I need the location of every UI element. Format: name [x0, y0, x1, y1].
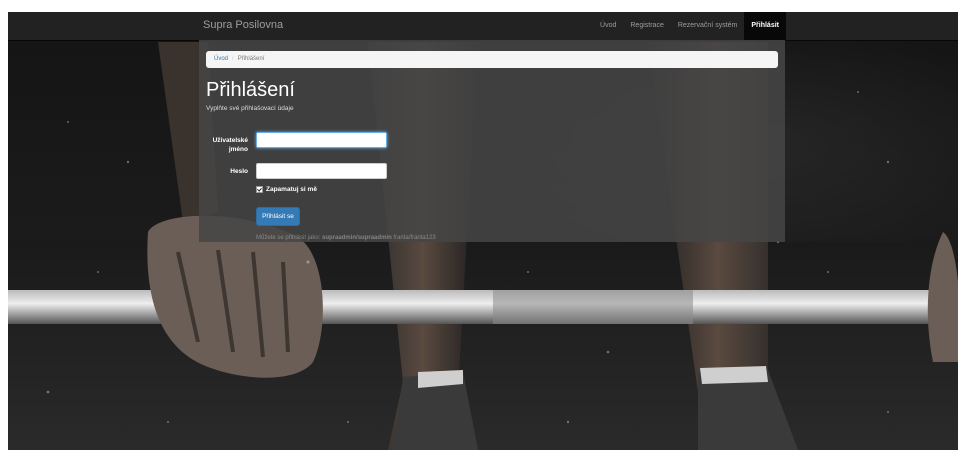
breadcrumb: Úvod / Přihlášení [206, 51, 778, 68]
top-navbar: Supra Posilovna Úvod Registrace Rezervač… [8, 12, 958, 41]
nav-item-uvod[interactable]: Úvod [593, 12, 623, 40]
page-title: Přihlášení [206, 79, 295, 101]
login-hint: Můžete se přihlásit jako: supraadmin/sup… [256, 235, 436, 241]
nav-item-registrace[interactable]: Registrace [623, 12, 670, 40]
breadcrumb-home-link[interactable]: Úvod [214, 56, 228, 62]
username-label: Uživatelské jméno [212, 137, 248, 153]
brand-link[interactable]: Supra Posilovna [203, 19, 283, 31]
browser-viewport: Supra Posilovna Úvod Registrace Rezervač… [8, 12, 958, 450]
nav-item-prihlasit[interactable]: Přihlásit [744, 12, 786, 40]
remember-me-label: Zapamatuj si mě [266, 186, 317, 193]
breadcrumb-separator: / [232, 56, 234, 62]
page-subtitle: Vyplňte své přihlašovací údaje [206, 105, 294, 112]
remember-me-checkbox-row[interactable]: Zapamatuj si mě [256, 186, 317, 193]
password-label: Heslo [230, 168, 248, 175]
login-panel: Úvod / Přihlášení Přihlášení Vyplňte své p… [199, 40, 785, 242]
nav-menu: Úvod Registrace Rezervační systém Přihlá… [593, 12, 786, 40]
breadcrumb-current: Přihlášení [237, 56, 265, 62]
username-input[interactable] [256, 132, 387, 148]
check-icon[interactable] [256, 186, 263, 193]
hint-account-user: franta/franta123 [393, 235, 436, 241]
hint-account-admin: supraadmin/supraadmin [322, 235, 392, 241]
hint-prefix: Můžete se přihlásit jako: [256, 235, 321, 241]
password-input[interactable] [256, 163, 387, 179]
nav-item-rezervacni-system[interactable]: Rezervační systém [671, 12, 745, 40]
login-button[interactable]: Přihlásit se [256, 207, 300, 226]
